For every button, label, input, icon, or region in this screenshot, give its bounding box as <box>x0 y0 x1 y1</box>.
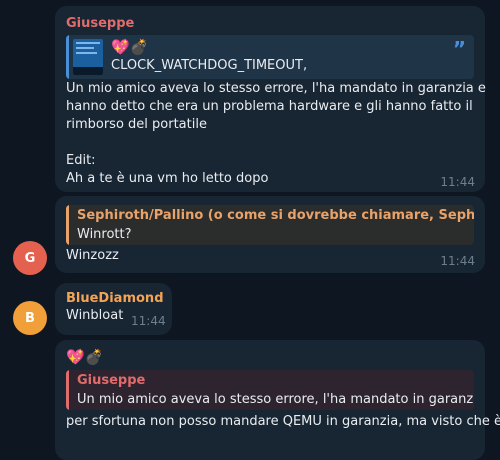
quote-text: Un mio amico aveva lo stesso errore, l'h… <box>77 392 474 407</box>
avatar[interactable]: G <box>13 241 47 275</box>
message-text-line: Un mio amico aveva lo stesso errore, l'h… <box>66 81 486 96</box>
message-bubble[interactable]: BlueDiamond Winbloat 11:44 <box>55 283 172 335</box>
quote-sender: Giuseppe <box>77 373 146 388</box>
sender-name[interactable]: BlueDiamond <box>66 291 164 306</box>
message-text-line: Edit: <box>66 153 96 168</box>
reply-quote[interactable]: 💖💣 CLOCK_WATCHDOG_TIMEOUT, ” <box>66 35 474 79</box>
message-text-line: Ah a te è una vm ho letto dopo <box>66 171 269 186</box>
quote-text: CLOCK_WATCHDOG_TIMEOUT, <box>111 58 308 73</box>
emoji-icons: 💖💣 <box>66 348 104 366</box>
thumbnail-image <box>73 39 103 75</box>
quote-mark-icon: ” <box>452 37 466 61</box>
message-bubble[interactable]: Giuseppe 💖💣 CLOCK_WATCHDOG_TIMEOUT, ” Un… <box>55 6 486 192</box>
message-time: 11:44 <box>131 314 166 328</box>
message-text: per sfortuna non posso mandare QEMU in g… <box>66 414 500 429</box>
reply-quote[interactable]: Sephiroth/Pallino (o come si dovrebbe ch… <box>66 205 474 245</box>
quote-text: Winrott? <box>77 227 132 242</box>
message-text: Winbloat <box>66 308 124 323</box>
message-bubble[interactable]: Sephiroth/Pallino (o come si dovrebbe ch… <box>55 196 485 273</box>
message-time: 11:44 <box>440 175 475 189</box>
message-text: Winzozz <box>66 248 119 263</box>
message-text-line: rimborso del portatile <box>66 117 207 132</box>
quote-sender: Sephiroth/Pallino (o come si dovrebbe ch… <box>77 208 474 223</box>
sender-name[interactable]: Giuseppe <box>66 16 134 31</box>
avatar[interactable]: B <box>13 301 47 335</box>
message-time: 11:44 <box>440 254 475 268</box>
emoji-icons: 💖💣 <box>111 38 149 56</box>
message-bubble[interactable]: 💖💣 Giuseppe Un mio amico aveva lo stesso… <box>55 340 500 460</box>
reply-quote[interactable]: Giuseppe Un mio amico aveva lo stesso er… <box>66 370 474 410</box>
message-text-line: hanno detto che era un problema hardware… <box>66 99 473 114</box>
